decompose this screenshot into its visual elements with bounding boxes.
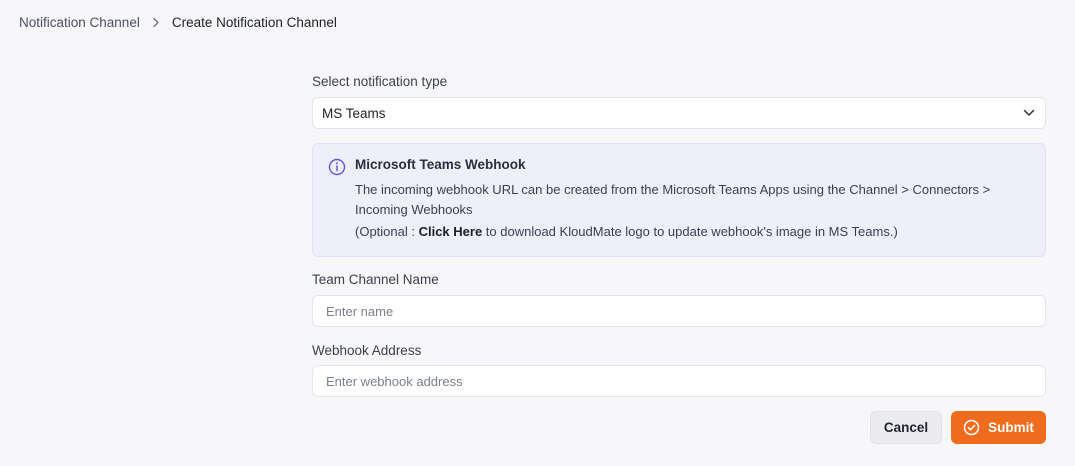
breadcrumb-item-notification-channel[interactable]: Notification Channel bbox=[19, 15, 140, 30]
click-here-link[interactable]: Click Here bbox=[419, 224, 483, 239]
breadcrumb: Notification Channel Create Notification… bbox=[19, 13, 337, 31]
optional-prefix: (Optional : bbox=[355, 224, 419, 239]
team-channel-name-label: Team Channel Name bbox=[312, 272, 439, 287]
cancel-label: Cancel bbox=[883, 420, 929, 435]
submit-button[interactable]: Submit bbox=[951, 411, 1046, 444]
info-circle-icon bbox=[328, 158, 346, 176]
breadcrumb-item-current: Create Notification Channel bbox=[171, 14, 337, 30]
webhook-address-label: Webhook Address bbox=[312, 343, 422, 358]
webhook-address-input[interactable] bbox=[312, 365, 1046, 397]
cancel-button[interactable]: Cancel bbox=[870, 411, 942, 444]
team-channel-name-input[interactable] bbox=[312, 295, 1046, 327]
teams-webhook-info-box: Microsoft Teams Webhook The incoming web… bbox=[312, 143, 1046, 257]
info-title: Microsoft Teams Webhook bbox=[355, 157, 526, 172]
notification-type-label: Select notification type bbox=[312, 74, 448, 89]
chevron-right-icon bbox=[152, 17, 160, 28]
info-description: The incoming webhook URL can be created … bbox=[355, 182, 991, 217]
notification-type-value: MS Teams bbox=[322, 105, 386, 121]
submit-label: Submit bbox=[988, 420, 1034, 435]
chevron-down-icon bbox=[1023, 109, 1035, 117]
check-circle-icon bbox=[963, 419, 980, 436]
notification-type-select[interactable]: MS Teams bbox=[312, 97, 1046, 129]
info-optional-note: (Optional : Click Here to download Kloud… bbox=[355, 224, 898, 239]
optional-suffix: to download KloudMate logo to update web… bbox=[482, 224, 898, 239]
